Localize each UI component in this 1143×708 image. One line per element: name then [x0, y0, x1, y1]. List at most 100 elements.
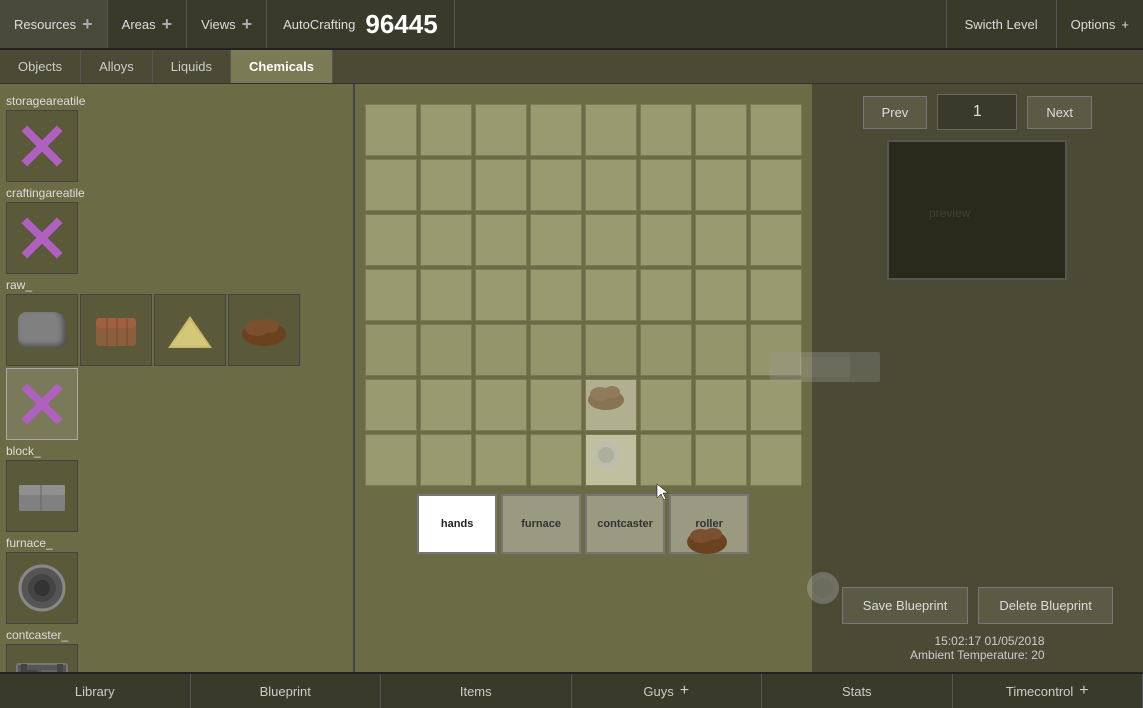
bottom-tab-stats[interactable]: Stats	[762, 674, 953, 708]
grid-cell[interactable]	[420, 269, 472, 321]
station-tab-contcaster[interactable]: contcaster	[585, 494, 665, 554]
grid-cell[interactable]	[475, 104, 527, 156]
storageareatile-item[interactable]	[6, 110, 78, 182]
grid-cell[interactable]	[640, 214, 692, 266]
grid-cell[interactable]	[750, 434, 802, 486]
grid-cell[interactable]	[695, 434, 747, 486]
craftingareatile-row	[6, 202, 347, 274]
grid-cell[interactable]	[365, 434, 417, 486]
tab-objects[interactable]: Objects	[0, 50, 81, 83]
grid-cell[interactable]	[585, 324, 637, 376]
autocrafting-label: AutoCrafting	[283, 17, 355, 32]
grid-cell[interactable]	[530, 434, 582, 486]
sand-icon	[166, 310, 214, 350]
grid-cell[interactable]	[420, 159, 472, 211]
grid-cell[interactable]	[475, 324, 527, 376]
tab-alloys[interactable]: Alloys	[81, 50, 153, 83]
contcaster-item[interactable]	[6, 644, 78, 672]
grid-cell[interactable]	[695, 324, 747, 376]
grid-cell[interactable]	[365, 269, 417, 321]
grid-cell[interactable]	[365, 214, 417, 266]
grid-cell[interactable]	[530, 159, 582, 211]
tab-chemicals[interactable]: Chemicals	[231, 50, 333, 83]
grid-cell[interactable]	[585, 379, 637, 431]
grid-cell[interactable]	[585, 104, 637, 156]
views-label: Views	[201, 17, 235, 32]
grid-cell[interactable]	[365, 104, 417, 156]
grid-cell[interactable]	[695, 379, 747, 431]
grid-cell[interactable]	[530, 269, 582, 321]
areas-label: Areas	[122, 17, 156, 32]
tab-liquids[interactable]: Liquids	[153, 50, 231, 83]
bottom-tab-items[interactable]: Items	[381, 674, 572, 708]
raw-sand-item[interactable]	[154, 294, 226, 366]
raw-stone-item[interactable]	[6, 294, 78, 366]
grid-cell[interactable]	[640, 104, 692, 156]
grid-cell[interactable]	[695, 104, 747, 156]
station-tab-furnace[interactable]: furnace	[501, 494, 581, 554]
grid-cell[interactable]	[750, 324, 802, 376]
grid-cell[interactable]	[420, 104, 472, 156]
station-tabs: hands furnace contcaster roller	[417, 494, 749, 554]
save-blueprint-button[interactable]: Save Blueprint	[842, 587, 969, 624]
grid-cell[interactable]	[640, 434, 692, 486]
grid-cell[interactable]	[640, 269, 692, 321]
grid-cell[interactable]	[420, 214, 472, 266]
grid-cell[interactable]	[750, 269, 802, 321]
grid-cell[interactable]	[750, 104, 802, 156]
grid-cell[interactable]	[365, 159, 417, 211]
block-item[interactable]	[6, 460, 78, 532]
grid-cell[interactable]	[585, 434, 637, 486]
grid-cell[interactable]	[420, 324, 472, 376]
furnace-item[interactable]	[6, 552, 78, 624]
next-button[interactable]: Next	[1027, 96, 1092, 129]
grid-cell[interactable]	[530, 379, 582, 431]
grid-cell[interactable]	[530, 324, 582, 376]
grid-cell[interactable]	[750, 159, 802, 211]
raw-row	[6, 294, 347, 440]
raw-dirt-item[interactable]	[228, 294, 300, 366]
grid-cell[interactable]	[365, 379, 417, 431]
bottom-tab-guys[interactable]: Guys +	[572, 674, 763, 708]
switch-level-btn[interactable]: Swicth Level	[946, 0, 1057, 48]
views-btn[interactable]: Views +	[187, 0, 267, 48]
grid-cell[interactable]	[640, 379, 692, 431]
delete-blueprint-button[interactable]: Delete Blueprint	[978, 587, 1113, 624]
grid-cell[interactable]	[585, 269, 637, 321]
x-icon	[17, 121, 67, 171]
grid-cell[interactable]	[420, 434, 472, 486]
station-tab-hands[interactable]: hands	[417, 494, 497, 554]
bottom-tabs: Library Blueprint Items Guys + Stats Tim…	[0, 672, 1143, 708]
grid-cell[interactable]	[365, 324, 417, 376]
raw-wood-item[interactable]	[80, 294, 152, 366]
grid-cell[interactable]	[695, 214, 747, 266]
grid-cell[interactable]	[530, 214, 582, 266]
bottom-tab-timecontrol[interactable]: Timecontrol +	[953, 674, 1143, 708]
grid-cell[interactable]	[640, 324, 692, 376]
grid-cell[interactable]	[530, 104, 582, 156]
options-btn[interactable]: Options +	[1057, 0, 1143, 48]
grid-area: hands furnace contcaster roller	[355, 84, 812, 672]
resources-btn[interactable]: Resources +	[0, 0, 108, 48]
grid-cell[interactable]	[695, 269, 747, 321]
grid-cell[interactable]	[475, 434, 527, 486]
grid-cell[interactable]	[695, 159, 747, 211]
areas-btn[interactable]: Areas +	[108, 0, 187, 48]
grid-cell[interactable]	[640, 159, 692, 211]
grid-cell[interactable]	[750, 379, 802, 431]
bottom-tab-blueprint[interactable]: Blueprint	[191, 674, 382, 708]
craftingareatile-item[interactable]	[6, 202, 78, 274]
grid-cell[interactable]	[750, 214, 802, 266]
raw-x-item[interactable]	[6, 368, 78, 440]
station-tab-roller[interactable]: roller	[669, 494, 749, 554]
grid-cell[interactable]	[475, 269, 527, 321]
grid-cell[interactable]	[585, 214, 637, 266]
bottom-tab-library[interactable]: Library	[0, 674, 191, 708]
grid-sprite-circle	[586, 435, 636, 478]
grid-cell[interactable]	[475, 159, 527, 211]
prev-button[interactable]: Prev	[863, 96, 928, 129]
grid-cell[interactable]	[475, 214, 527, 266]
grid-cell[interactable]	[585, 159, 637, 211]
grid-cell[interactable]	[475, 379, 527, 431]
grid-cell[interactable]	[420, 379, 472, 431]
